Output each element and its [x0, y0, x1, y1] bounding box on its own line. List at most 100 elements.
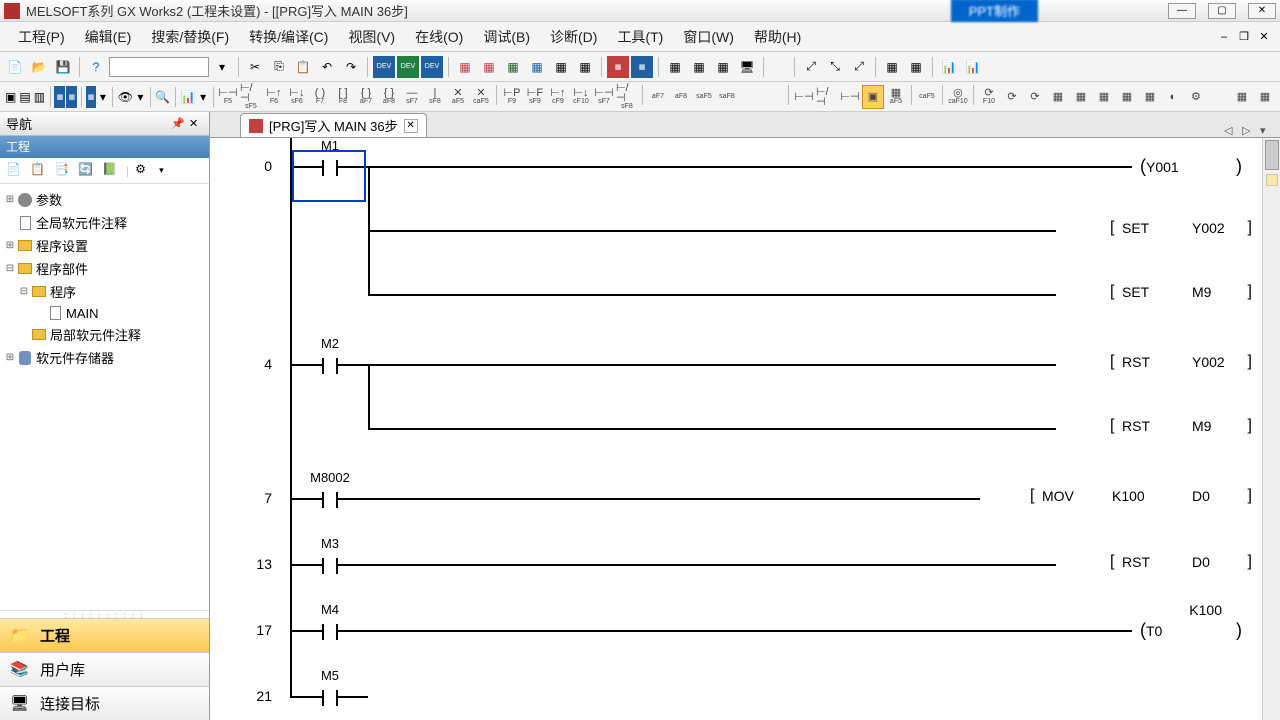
ladder-sym-30[interactable]: ◎caF10 [947, 85, 969, 109]
side-tool-drop[interactable]: ▾ [159, 165, 164, 176]
ladder-sym-2[interactable]: ⊢↑F6 [263, 85, 285, 109]
ladder-sym-28[interactable]: ▦aF5 [885, 85, 907, 109]
ladder-sym-41[interactable] [1208, 85, 1230, 109]
sidebar-category-0[interactable]: 📁工程 [0, 618, 209, 652]
zoom-btn-1[interactable]: ⤢ [800, 56, 822, 78]
view-btn-1[interactable]: 👁 [117, 86, 134, 108]
side-tool-3[interactable]: 📑 [54, 162, 72, 180]
ladder-sym-38[interactable]: ▦ [1139, 85, 1161, 109]
contact-M4[interactable]: M4 [310, 620, 350, 644]
instruction-RST[interactable]: [RSTD0] [1122, 554, 1242, 570]
contact-M5[interactable]: M5 [310, 686, 350, 710]
menu-工程p[interactable]: 工程(P) [8, 23, 75, 51]
mdi-minimize[interactable]: – [1216, 30, 1232, 44]
instruction-RST[interactable]: [RSTM9] [1122, 418, 1242, 434]
ladder-sym-24[interactable]: ⊢⊣ [793, 85, 815, 109]
sidebar-close-icon[interactable]: ✕ [189, 117, 203, 131]
tool-btn-b[interactable]: ▦ [478, 56, 500, 78]
mdi-close[interactable]: ✕ [1256, 30, 1272, 44]
toggle-btn-1[interactable]: ▣ [4, 86, 17, 108]
ladder-sym-26[interactable]: ⊢⊣ [839, 85, 861, 109]
tool-btn-i[interactable]: ▦ [664, 56, 686, 78]
chart-btn-1[interactable]: 📊 [938, 56, 960, 78]
ladder-sym-23[interactable] [762, 85, 784, 109]
ladder-sym-9[interactable]: |sF8 [424, 85, 446, 109]
pin-icon[interactable]: 📌 [171, 117, 185, 131]
tree-node-0[interactable]: ⊞参数 [2, 188, 207, 211]
zoom-btn-2[interactable]: ⤡ [824, 56, 846, 78]
tool-btn-j[interactable]: ▦ [688, 56, 710, 78]
tool-btn-c[interactable]: ▦ [502, 56, 524, 78]
dev-toggle-2[interactable]: ▦ [66, 86, 77, 108]
dev-toggle-1[interactable]: ▦ [54, 86, 65, 108]
copy-button[interactable]: ⎘ [268, 56, 290, 78]
coil-T0[interactable]: (T0) [1140, 620, 1242, 641]
ladder-editor[interactable]: 0M1(Y001)[SETY002][SETM9]4M2[RSTY002][RS… [210, 138, 1280, 720]
tab-nav-menu-icon[interactable]: ▾ [1260, 124, 1274, 137]
side-tool-2[interactable]: 📋 [30, 162, 48, 180]
menu-诊断d[interactable]: 诊断(D) [540, 23, 607, 51]
tool-btn-h[interactable]: ▦ [631, 56, 653, 78]
search-btn[interactable]: 🔍 [154, 86, 171, 108]
toggle-btn-3[interactable]: ▥ [33, 86, 46, 108]
ladder-sym-31[interactable]: ⟳F10 [978, 85, 1000, 109]
instruction-RST[interactable]: [RSTY002] [1122, 354, 1242, 370]
side-tool-1[interactable]: 📄 [6, 162, 24, 180]
ladder-sym-14[interactable]: ⊢↑cF9 [547, 85, 569, 109]
zoom-btn-3[interactable]: ⤢ [848, 56, 870, 78]
ladder-sym-4[interactable]: ( )F7 [309, 85, 331, 109]
redo-button[interactable]: ↷ [340, 56, 362, 78]
ladder-sym-13[interactable]: ⊢FsF9 [524, 85, 546, 109]
toggle-btn-2[interactable]: ▤ [18, 86, 31, 108]
menu-调试b[interactable]: 调试(B) [473, 23, 540, 51]
ladder-sym-37[interactable]: ▦ [1116, 85, 1138, 109]
chart-drop[interactable]: ▾ [198, 86, 209, 108]
open-button[interactable]: 📂 [28, 56, 50, 78]
tool-btn-d[interactable]: ▦ [526, 56, 548, 78]
cut-button[interactable]: ✂ [244, 56, 266, 78]
instruction-SET[interactable]: [SETY002] [1122, 220, 1242, 236]
chart-btn-2[interactable]: 📊 [962, 56, 984, 78]
tree-node-6[interactable]: 局部软元件注释 [2, 323, 207, 346]
ladder-sym-32[interactable]: ⟳ [1001, 85, 1023, 109]
ladder-sym-1[interactable]: ⊢/⊣sF5 [240, 85, 262, 109]
scrollbar-thumb[interactable] [1265, 140, 1279, 170]
help-button[interactable]: ? [85, 56, 107, 78]
dev-btn-1[interactable]: DEV [373, 56, 395, 78]
menu-在线o[interactable]: 在线(O) [405, 23, 473, 51]
side-tool-5[interactable]: 📗 [102, 162, 120, 180]
side-tool-6[interactable]: ⚙ [135, 162, 153, 180]
save-button[interactable]: 💾 [52, 56, 74, 78]
tree-node-2[interactable]: ⊞程序设置 [2, 234, 207, 257]
mdi-restore[interactable]: ❐ [1236, 30, 1252, 44]
ladder-sym-35[interactable]: ▦ [1070, 85, 1092, 109]
tool-btn-l[interactable]: 🖥 [736, 56, 758, 78]
ladder-sym-7[interactable]: { }aF8 [378, 85, 400, 109]
tab-nav-right-icon[interactable]: ▷ [1242, 124, 1256, 137]
menu-编辑e[interactable]: 编辑(E) [75, 23, 142, 51]
dev-btn-2[interactable]: DEV [397, 56, 419, 78]
instruction-SET[interactable]: [SETM9] [1122, 284, 1242, 300]
menu-工具t[interactable]: 工具(T) [607, 23, 673, 51]
dropdown-icon[interactable]: ▾ [211, 56, 233, 78]
tree-node-4[interactable]: ⊟程序 [2, 280, 207, 303]
tool-btn-a[interactable]: ▦ [454, 56, 476, 78]
undo-button[interactable]: ↶ [316, 56, 338, 78]
tree-node-3[interactable]: ⊟程序部件 [2, 257, 207, 280]
tool-btn-g[interactable]: ▦ [607, 56, 629, 78]
grid-btn-2[interactable]: ▦ [905, 56, 927, 78]
contact-M2[interactable]: M2 [310, 354, 350, 378]
ladder-sym-33[interactable]: ⟳ [1024, 85, 1046, 109]
side-tool-4[interactable]: 🔄 [78, 162, 96, 180]
tab-nav-left-icon[interactable]: ◁ [1224, 124, 1238, 137]
toolbar-combo[interactable] [109, 57, 209, 77]
ladder-sym-40[interactable]: ⚙ [1185, 85, 1207, 109]
menu-视图v[interactable]: 视图(V) [338, 23, 405, 51]
ladder-sym-6[interactable]: { }aF7 [355, 85, 377, 109]
menu-搜索/替换f[interactable]: 搜索/替换(F) [141, 23, 239, 51]
ladder-sym-39[interactable]: ◐ [1162, 85, 1184, 109]
dev-drop[interactable]: ▾ [97, 86, 108, 108]
tree-node-7[interactable]: ⊞软元件存储器 [2, 346, 207, 369]
tool-btn-f[interactable]: ▦ [574, 56, 596, 78]
menu-窗口w[interactable]: 窗口(W) [673, 23, 744, 51]
